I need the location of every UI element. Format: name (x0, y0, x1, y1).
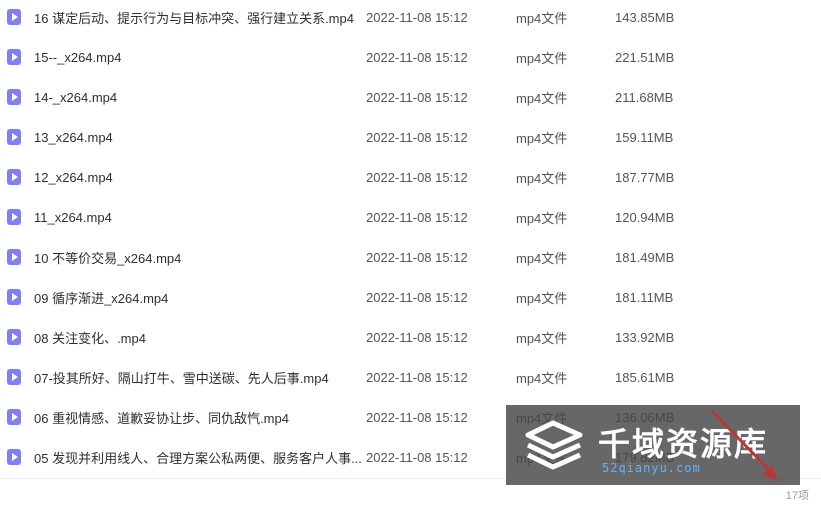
file-date: 2022-11-08 15:12 (366, 169, 468, 185)
file-type: mp4文件 (516, 210, 568, 226)
file-name: 15--_x264.mp4 (34, 49, 122, 65)
file-row[interactable]: 14-_x264.mp4 2022-11-08 15:12 mp4文件 211.68M… (0, 77, 821, 117)
file-date: 2022-11-08 15:12 (366, 129, 468, 145)
file-size: 181.49MB (615, 249, 675, 265)
file-name: 16 谋定后动、提示行为与目标冲突、强行建立关系.mp4 (34, 10, 354, 26)
file-name: 11_x264.mp4 (34, 209, 112, 225)
file-size: 181.11MB (615, 289, 674, 305)
file-date: 2022-11-08 15:12 (366, 49, 468, 65)
watermark-url: 52qianyu.com (602, 461, 701, 475)
video-file-icon (7, 409, 21, 425)
file-name: 12_x264.mp4 (34, 169, 113, 185)
file-name: 05 发现并利用线人、合理方案公私两便、服务客户人事... (34, 450, 362, 466)
file-name: 06 重视情感、道歉妥协让步、同仇敌忾.mp4 (34, 410, 289, 426)
watermark-arrow-icon (710, 409, 778, 481)
file-type: mp4文件 (516, 250, 568, 266)
file-date: 2022-11-08 15:12 (366, 409, 468, 425)
file-type: mp4文件 (516, 10, 568, 26)
file-row[interactable]: 11_x264.mp4 2022-11-08 15:12 mp4文件 120.94MB (0, 197, 821, 237)
video-file-icon (7, 449, 21, 465)
file-name: 08 关注变化、.mp4 (34, 330, 146, 346)
file-name: 09 循序渐进_x264.mp4 (34, 290, 169, 306)
file-name: 10 不等价交易_x264.mp4 (34, 250, 182, 266)
file-size: 221.51MB (615, 49, 675, 65)
file-name: 13_x264.mp4 (34, 129, 113, 145)
file-size: 211.68MB (615, 89, 674, 105)
video-file-icon (7, 249, 21, 265)
video-file-icon (7, 129, 21, 145)
file-row[interactable]: 08 关注变化、.mp4 2022-11-08 15:12 mp4文件 133.92M… (0, 317, 821, 357)
file-type: mp4文件 (516, 330, 568, 346)
watermark-logo-icon (525, 420, 583, 470)
video-file-icon (7, 49, 21, 65)
video-file-icon (7, 169, 21, 185)
file-row[interactable]: 15--_x264.mp4 2022-11-08 15:12 mp4文件 221.51… (0, 37, 821, 77)
file-date: 2022-11-08 15:12 (366, 209, 468, 225)
file-date: 2022-11-08 15:12 (366, 249, 468, 265)
video-file-icon (7, 369, 21, 385)
file-size: 187.77MB (615, 169, 675, 185)
file-type: mp4文件 (516, 370, 568, 386)
file-type: mp4文件 (516, 90, 568, 106)
file-row[interactable]: 16 谋定后动、提示行为与目标冲突、强行建立关系.mp4 2022-11-08 1… (0, 0, 821, 37)
file-name: 14-_x264.mp4 (34, 89, 118, 105)
video-file-icon (7, 209, 21, 225)
file-date: 2022-11-08 15:12 (366, 329, 468, 345)
video-file-icon (7, 9, 21, 25)
file-date: 2022-11-08 15:12 (366, 89, 468, 105)
file-date: 2022-11-08 15:12 (366, 449, 468, 465)
video-file-icon (7, 289, 21, 305)
file-row[interactable]: 07-投其所好、隔山打牛、雪中送碳、先人后事.mp4 2022-11-08 15:… (0, 357, 821, 397)
item-count: 17项 (785, 490, 809, 502)
file-date: 2022-11-08 15:12 (366, 9, 468, 25)
file-row[interactable]: 13_x264.mp4 2022-11-08 15:12 mp4文件 159.11MB (0, 117, 821, 157)
file-type: mp4文件 (516, 170, 568, 186)
file-date: 2022-11-08 15:12 (366, 369, 468, 385)
file-size: 159.11MB (615, 129, 674, 145)
file-row[interactable]: 12_x264.mp4 2022-11-08 15:12 mp4文件 187.77MB (0, 157, 821, 197)
file-date: 2022-11-08 15:12 (366, 289, 468, 305)
file-type: mp4文件 (516, 130, 568, 146)
video-file-icon (7, 89, 21, 105)
file-row[interactable]: 09 循序渐进_x264.mp4 2022-11-08 15:12 mp4文件 181… (0, 277, 821, 317)
file-name: 07-投其所好、隔山打牛、雪中送碳、先人后事.mp4 (34, 370, 329, 386)
file-type: mp4文件 (516, 50, 568, 66)
file-type: mp4文件 (516, 290, 568, 306)
video-file-icon (7, 329, 21, 345)
file-size: 120.94MB (615, 209, 675, 225)
file-size: 143.85MB (615, 9, 675, 25)
file-size: 185.61MB (615, 369, 675, 385)
file-row[interactable]: 10 不等价交易_x264.mp4 2022-11-08 15:12 mp4文件 18… (0, 237, 821, 277)
file-size: 133.92MB (615, 329, 675, 345)
